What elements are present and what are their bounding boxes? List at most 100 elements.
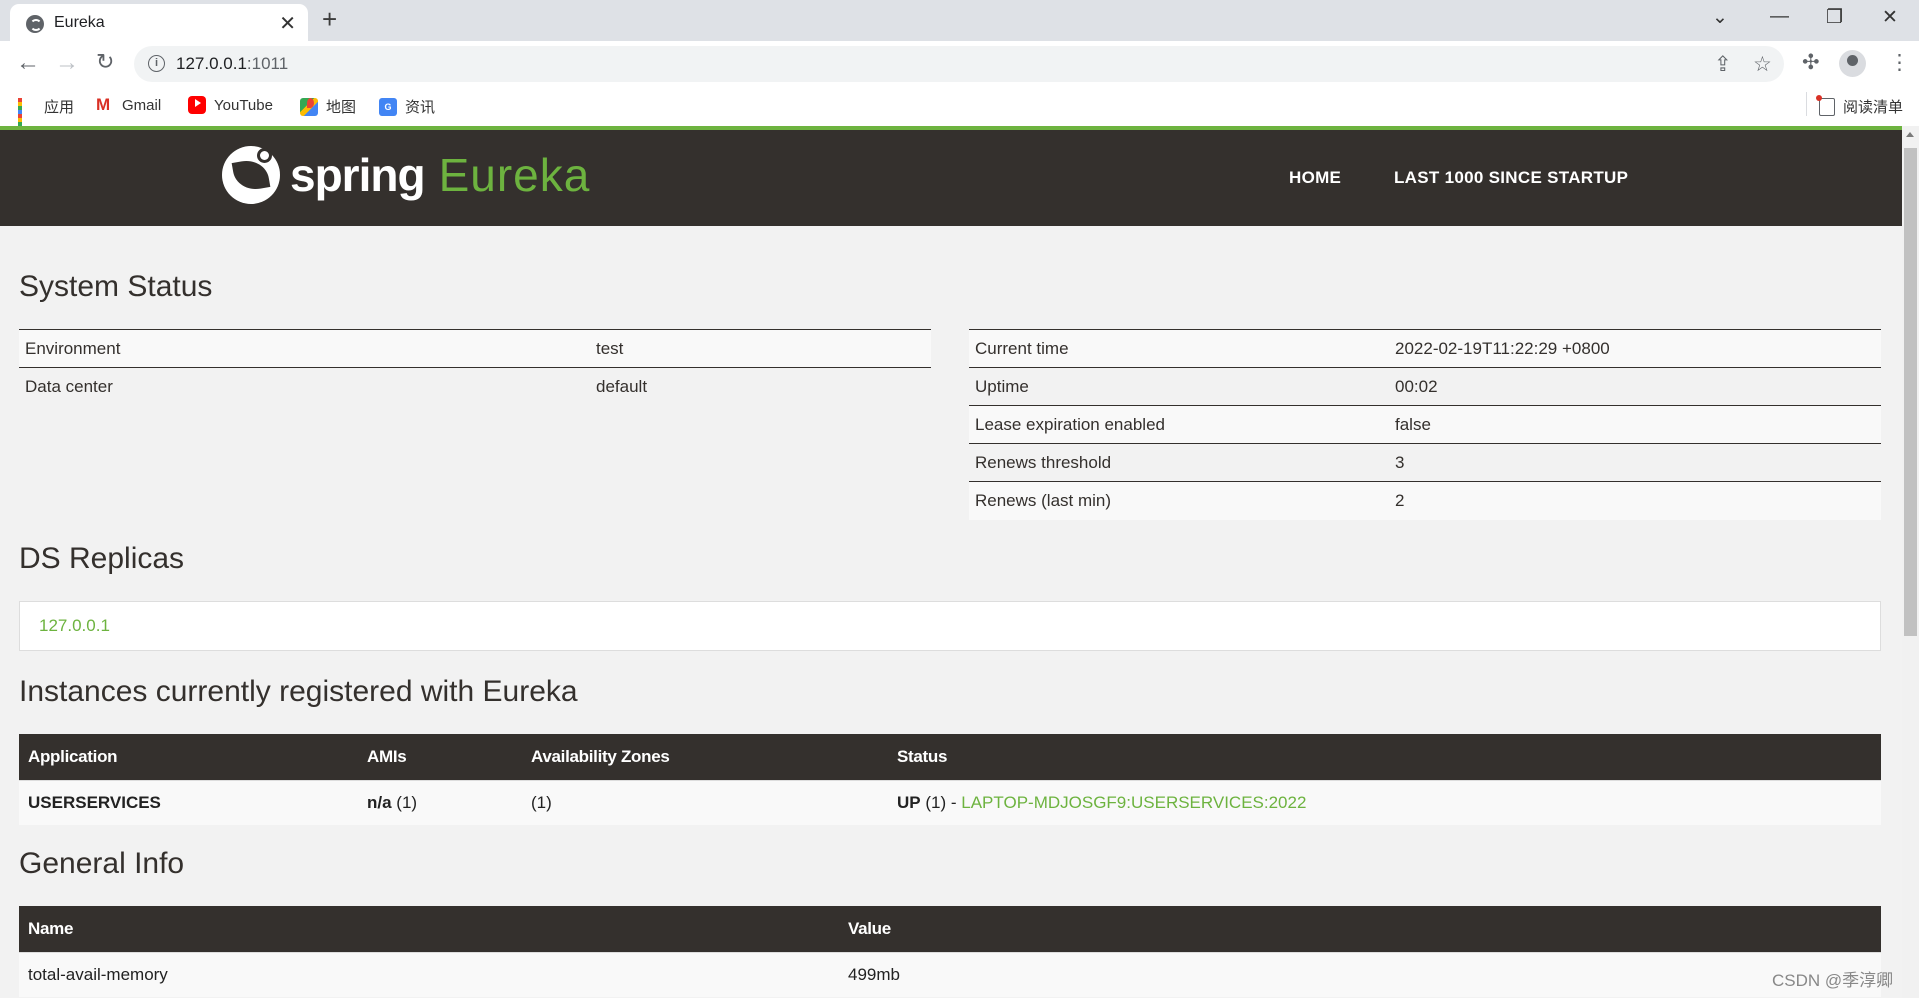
- column-header: Application: [19, 734, 358, 780]
- bookmarks-bar: 应用 M Gmail YouTube 地图 G 资讯 阅读清单: [0, 86, 1919, 134]
- bookmark-label: 资讯: [405, 99, 436, 116]
- ds-replicas-box: 127.0.0.1: [19, 601, 1881, 651]
- bookmark-youtube[interactable]: YouTube: [188, 96, 273, 114]
- bookmark-label: 应用: [44, 99, 75, 116]
- column-header: Status: [888, 734, 1881, 780]
- status-value: false: [1389, 405, 1881, 444]
- table-header-row: Application AMIs Availability Zones Stat…: [19, 734, 1881, 780]
- bookmark-apps[interactable]: 应用: [18, 96, 75, 134]
- browser-tab-strip: Eureka ✕ + ⌄ — ❐ ✕: [0, 0, 1919, 41]
- general-info-table: Name Value total-avail-memory 499mb: [19, 906, 1881, 997]
- status-value: 00:02: [1389, 367, 1881, 406]
- instances-table: Application AMIs Availability Zones Stat…: [19, 734, 1881, 825]
- status-label: Lease expiration enabled: [969, 405, 1389, 444]
- application-cell: USERSERVICES: [19, 779, 358, 825]
- youtube-icon: [188, 96, 206, 114]
- table-row: Renews threshold 3: [969, 443, 1881, 482]
- brand-spring-text: spring: [290, 149, 426, 201]
- status-cell: UP (1) - LAPTOP-MDJOSGF9:USERSERVICES:20…: [888, 779, 1881, 825]
- bookmark-star-icon[interactable]: ☆: [1753, 52, 1772, 77]
- instance-link[interactable]: LAPTOP-MDJOSGF9:USERSERVICES:2022: [961, 793, 1306, 812]
- general-info-heading: General Info: [19, 847, 185, 880]
- ds-replicas-heading: DS Replicas: [19, 542, 185, 575]
- eureka-navbar: spring Eureka HOME LAST 1000 SINCE START…: [0, 130, 1902, 226]
- address-bar[interactable]: i 127.0.0.1:1011 ⇪ ☆: [134, 46, 1784, 82]
- reading-list-label: 阅读清单: [1842, 99, 1903, 116]
- page-scrollbar[interactable]: [1902, 126, 1919, 998]
- table-row: Renews (last min) 2: [969, 481, 1881, 520]
- forward-arrow-icon[interactable]: →: [55, 49, 79, 77]
- status-label: Renews (last min): [969, 481, 1389, 520]
- bookmark-gmail[interactable]: M Gmail: [96, 96, 161, 114]
- new-tab-icon[interactable]: +: [322, 4, 337, 35]
- site-info-icon[interactable]: i: [148, 55, 165, 72]
- globe-icon: [26, 15, 44, 33]
- table-row: Uptime 00:02: [969, 367, 1881, 406]
- menu-kebab-icon[interactable]: ⋮: [1889, 50, 1910, 75]
- reading-list-icon: [1815, 94, 1835, 116]
- scrollbar-thumb[interactable]: [1904, 148, 1917, 636]
- status-value: 2: [1389, 481, 1881, 520]
- spring-eureka-logo[interactable]: spring Eureka: [222, 146, 590, 204]
- table-row: Environment test: [19, 329, 931, 368]
- column-header: Availability Zones: [522, 734, 888, 780]
- bookmark-news[interactable]: G 资讯: [379, 96, 435, 117]
- nav-last-1000-link[interactable]: LAST 1000 SINCE STARTUP: [1394, 168, 1628, 188]
- status-value: 2022-02-19T11:22:29 +0800: [1389, 329, 1881, 368]
- column-header: Name: [19, 906, 839, 952]
- minimize-icon[interactable]: —: [1770, 6, 1789, 28]
- reading-list-button[interactable]: 阅读清单: [1815, 94, 1903, 117]
- share-icon[interactable]: ⇪: [1714, 52, 1732, 77]
- maps-icon: [300, 97, 318, 116]
- bookmark-label: 地图: [326, 99, 357, 116]
- column-header: Value: [839, 906, 1881, 952]
- news-icon: G: [379, 97, 397, 116]
- table-row: Data center default: [19, 367, 931, 406]
- status-label: Uptime: [969, 367, 1389, 406]
- tab-close-icon[interactable]: ✕: [279, 11, 296, 36]
- tab-search-chevron-icon[interactable]: ⌄: [1712, 6, 1728, 29]
- restore-icon[interactable]: ❐: [1826, 6, 1843, 29]
- scroll-up-arrow-icon[interactable]: [1906, 132, 1914, 137]
- status-label: Renews threshold: [969, 443, 1389, 482]
- browser-tab[interactable]: Eureka ✕: [10, 4, 308, 41]
- status-value: test: [590, 329, 931, 368]
- zones-cell: (1): [522, 779, 888, 825]
- url-text[interactable]: 127.0.0.1:1011: [176, 54, 288, 74]
- gmail-icon: M: [96, 95, 111, 114]
- info-value-cell: 499mb: [839, 951, 1881, 997]
- back-arrow-icon[interactable]: ←: [16, 49, 40, 77]
- watermark: CSDN @季淳卿: [1772, 971, 1894, 990]
- window-close-icon[interactable]: ✕: [1882, 6, 1898, 29]
- bookmark-label: YouTube: [214, 96, 273, 114]
- profile-avatar-icon[interactable]: [1839, 50, 1866, 77]
- bookmarks-divider: [1806, 92, 1807, 116]
- system-status-heading: System Status: [19, 270, 213, 303]
- reload-icon[interactable]: ↻: [96, 49, 114, 75]
- system-status-right-table: Current time 2022-02-19T11:22:29 +0800 U…: [969, 329, 1881, 520]
- bookmark-maps[interactable]: 地图: [300, 96, 356, 117]
- replica-link[interactable]: 127.0.0.1: [39, 616, 110, 636]
- info-name-cell: total-avail-memory: [19, 951, 839, 997]
- status-label: Data center: [19, 367, 590, 406]
- instances-heading: Instances currently registered with Eure…: [19, 675, 578, 708]
- status-label: Environment: [19, 329, 590, 368]
- brand-eureka-text: Eureka: [438, 149, 591, 201]
- status-value: default: [590, 367, 931, 406]
- nav-home-link[interactable]: HOME: [1289, 168, 1341, 188]
- browser-toolbar: ← → ↻ i 127.0.0.1:1011 ⇪ ☆ ✣ ⋮: [0, 41, 1919, 86]
- table-row: USERSERVICES n/a (1) (1) UP (1) - LAPTOP…: [19, 779, 1881, 825]
- amis-cell: n/a (1): [358, 779, 522, 825]
- bookmark-label: Gmail: [122, 96, 162, 114]
- extensions-puzzle-icon[interactable]: ✣: [1802, 50, 1820, 75]
- table-row: total-avail-memory 499mb: [19, 951, 1881, 997]
- page-viewport: spring Eureka HOME LAST 1000 SINCE START…: [0, 126, 1902, 998]
- system-status-left-table: Environment test Data center default: [19, 329, 931, 406]
- apps-grid-icon: [18, 97, 36, 134]
- status-label: Current time: [969, 329, 1389, 368]
- status-value: 3: [1389, 443, 1881, 482]
- table-header-row: Name Value: [19, 906, 1881, 952]
- column-header: AMIs: [358, 734, 522, 780]
- table-row: Lease expiration enabled false: [969, 405, 1881, 444]
- table-row: Current time 2022-02-19T11:22:29 +0800: [969, 329, 1881, 368]
